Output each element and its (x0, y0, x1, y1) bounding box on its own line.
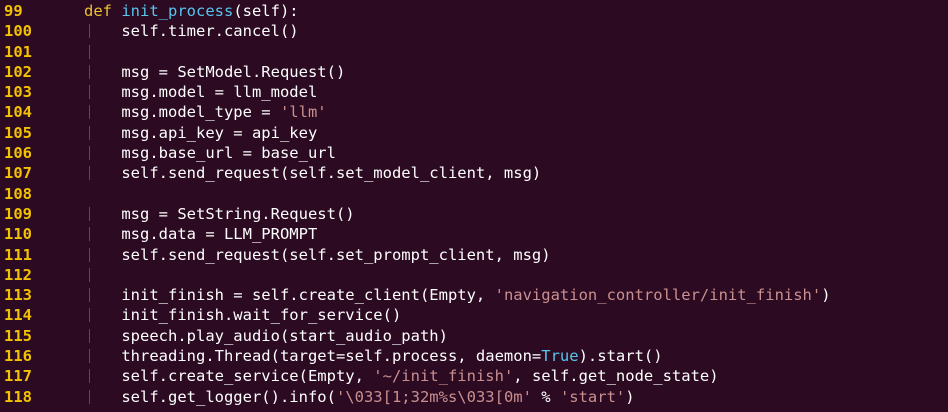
line-number: 104 (4, 103, 32, 122)
line-number: 113 (4, 286, 32, 305)
code-content: self.get_logger().info('\033[1;32m%s\033… (84, 387, 635, 407)
code-text: , self.get_node_state) (513, 367, 719, 386)
code-content: init_finish = self.create_client(Empty, … (84, 285, 831, 305)
code-line[interactable]: 109 msg = SetString.Request() (0, 204, 948, 224)
code-line[interactable]: 104 msg.model_type = 'llm' (0, 102, 948, 122)
code-text: msg.model = llm_model (84, 83, 318, 102)
string-token: 'navigation_controller/init_finish' (494, 286, 822, 305)
code-line[interactable]: 107 self.send_request(self.set_model_cli… (0, 163, 948, 183)
code-line[interactable]: 117 self.create_service(Empty, '~/init_f… (0, 366, 948, 386)
line-number: 118 (4, 387, 32, 406)
line-number: 108 (4, 184, 32, 203)
line-number: 100 (4, 22, 32, 41)
code-line[interactable]: 118 self.get_logger().info('\033[1;32m%s… (0, 387, 948, 407)
code-line[interactable]: 102 msg = SetModel.Request() (0, 62, 948, 82)
string-token: 'start' (559, 387, 626, 406)
code-text: (self): (233, 2, 299, 20)
code-content: msg.base_url = base_url (84, 143, 336, 163)
code-text: msg.base_url = base_url (84, 144, 336, 163)
code-text: msg = SetModel.Request() (84, 62, 346, 81)
code-text: self.send_request(self.set_model_client,… (84, 164, 542, 183)
code-text: % (531, 387, 560, 406)
string-token: '\033[1;32m%s\033[0m' (335, 387, 532, 406)
code-line[interactable]: 116 threading.Thread(target=self.process… (0, 346, 948, 366)
code-content: self.send_request(self.set_prompt_client… (84, 245, 551, 265)
code-text: msg.api_key = api_key (84, 123, 318, 142)
code-content: msg.api_key = api_key (84, 123, 317, 143)
line-number: 105 (4, 123, 32, 142)
line-number: 116 (4, 347, 32, 366)
indent-guide (89, 267, 90, 282)
code-line[interactable]: 108 (0, 184, 948, 204)
code-line[interactable]: 103 msg.model = llm_model (0, 82, 948, 102)
code-content: msg = SetModel.Request() (84, 62, 345, 82)
line-number: 111 (4, 245, 32, 264)
code-line[interactable]: 99 def init_process(self): (0, 1, 948, 21)
code-text: ) (821, 286, 831, 305)
line-number: 101 (4, 42, 32, 61)
code-content: threading.Thread(target=self.process, da… (84, 346, 663, 366)
code-text: self.create_service(Empty, (84, 367, 374, 386)
line-number: 106 (4, 144, 32, 163)
line-number: 112 (4, 265, 32, 284)
code-text: msg.model_type = (84, 103, 280, 122)
code-content: init_finish.wait_for_service() (84, 305, 401, 325)
code-text: msg.data = LLM_PROMPT (84, 225, 318, 244)
code-text: threading.Thread(target=self.process, da… (84, 347, 542, 366)
code-content: msg.model = llm_model (84, 82, 317, 102)
code-line[interactable]: 112 (0, 265, 948, 285)
code-text: init_finish.wait_for_service() (84, 306, 402, 325)
keyword-token: def (84, 2, 122, 20)
line-number: 114 (4, 306, 32, 325)
code-content: self.timer.cancel() (84, 21, 299, 41)
code-line[interactable]: 100 self.timer.cancel() (0, 21, 948, 41)
code-line[interactable]: 111 self.send_request(self.set_prompt_cl… (0, 245, 948, 265)
line-number: 109 (4, 204, 32, 223)
line-number: 103 (4, 83, 32, 102)
function-name-token: init_process (121, 2, 234, 20)
code-text: init_finish = self.create_client(Empty, (84, 286, 495, 305)
code-content: msg = SetString.Request() (84, 204, 355, 224)
line-number: 115 (4, 326, 32, 345)
code-content: msg.model_type = 'llm' (84, 102, 327, 122)
code-line[interactable]: 105 msg.api_key = api_key (0, 123, 948, 143)
line-number: 110 (4, 225, 32, 244)
code-content: msg.data = LLM_PROMPT (84, 224, 317, 244)
line-number: 107 (4, 164, 32, 183)
constant-token: True (541, 347, 579, 366)
code-line[interactable]: 113 init_finish = self.create_client(Emp… (0, 285, 948, 305)
code-line[interactable]: 101 (0, 42, 948, 62)
string-token: '~/init_finish' (373, 367, 514, 386)
code-content: self.create_service(Empty, '~/init_finis… (84, 366, 719, 386)
code-content: self.send_request(self.set_model_client,… (84, 163, 541, 183)
code-text: speech.play_audio(start_audio_path) (84, 326, 448, 345)
code-text: self.timer.cancel() (84, 22, 299, 41)
indent-guide (89, 44, 90, 59)
code-line[interactable]: 115 speech.play_audio(start_audio_path) (0, 326, 948, 346)
string-token: 'llm' (279, 103, 327, 122)
line-number: 99 (4, 2, 23, 20)
code-text: self.get_logger().info( (84, 387, 336, 406)
code-text: self.send_request(self.set_prompt_client… (84, 245, 551, 264)
code-line[interactable]: 114 init_finish.wait_for_service() (0, 305, 948, 325)
code-editor[interactable]: 99 def init_process(self): 100 self.timer.… (0, 0, 948, 412)
code-text: ) (625, 387, 635, 406)
code-content: def init_process(self): (84, 1, 299, 21)
code-line[interactable]: 106 msg.base_url = base_url (0, 143, 948, 163)
code-line[interactable]: 110 msg.data = LLM_PROMPT (0, 224, 948, 244)
code-content: speech.play_audio(start_audio_path) (84, 326, 448, 346)
code-text: msg = SetString.Request() (84, 204, 355, 223)
line-number: 117 (4, 367, 32, 386)
line-number: 102 (4, 62, 32, 81)
code-text: ).start() (578, 347, 663, 366)
